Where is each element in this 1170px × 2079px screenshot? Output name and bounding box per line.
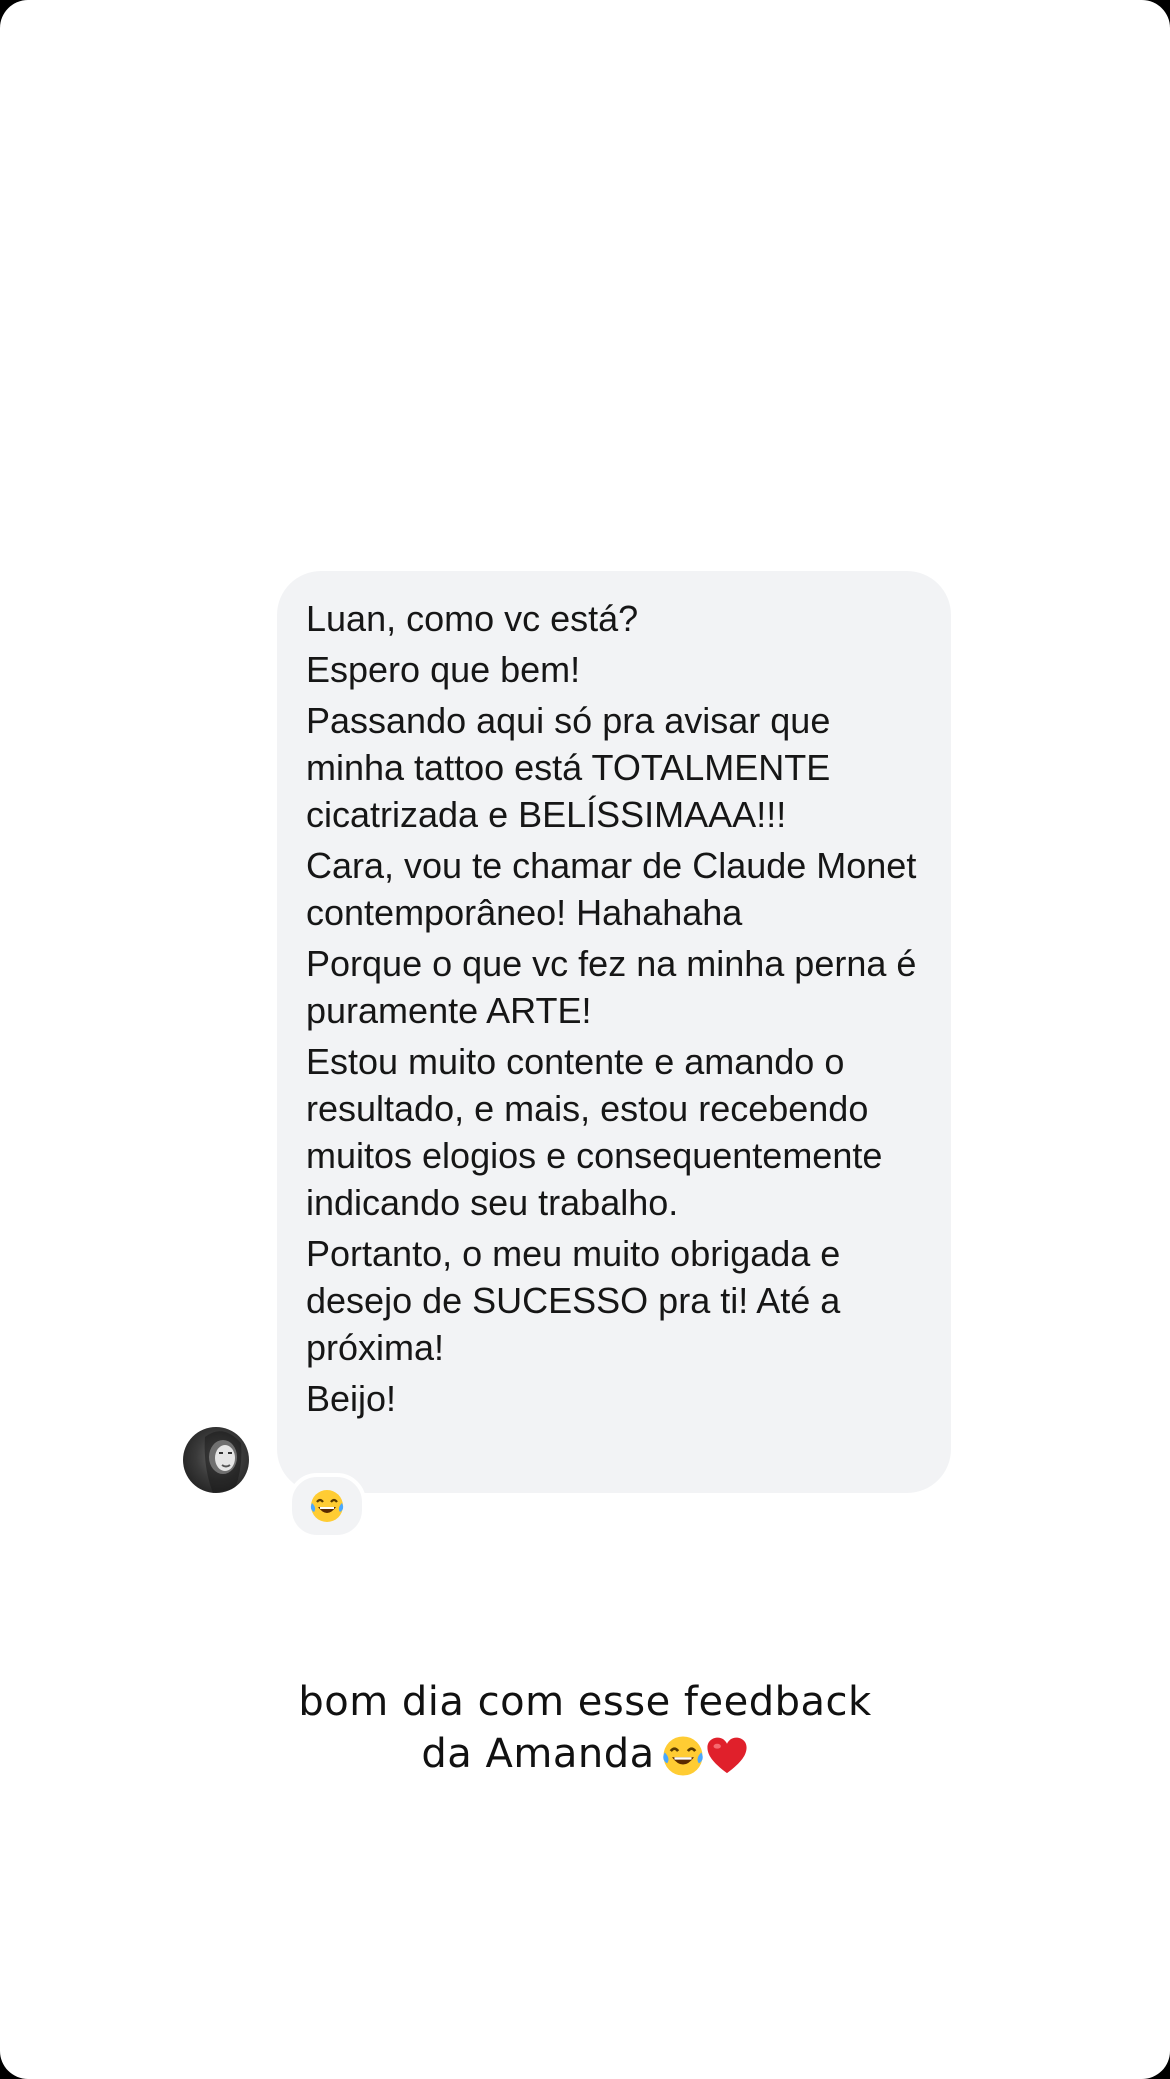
caption-emoji-row bbox=[661, 1734, 749, 1778]
message-bubble[interactable]: Luan, como vc está? Espero que bem! Pass… bbox=[277, 571, 951, 1493]
story-frame: Luan, como vc está? Espero que bem! Pass… bbox=[0, 0, 1170, 2079]
message-reaction[interactable] bbox=[288, 1473, 366, 1539]
caption-line-1: bom dia com esse feedback bbox=[298, 1679, 872, 1725]
message-line: Luan, como vc está? bbox=[306, 598, 639, 639]
caption-line-2: da Amanda bbox=[421, 1731, 655, 1777]
message-line: Passando aqui só pra avisar que minha ta… bbox=[306, 700, 831, 835]
caption-line-2-row: da Amanda bbox=[0, 1728, 1170, 1780]
message-line: Beijo! bbox=[306, 1378, 397, 1419]
message-line: Porque o que vc fez na minha perna é pur… bbox=[306, 943, 917, 1031]
message-line: Estou muito contente e amando o resultad… bbox=[306, 1041, 883, 1223]
message-line: Cara, vou te chamar de Claude Monet cont… bbox=[306, 845, 917, 933]
laughing-tears-emoji-icon bbox=[662, 1736, 703, 1776]
laughing-tears-emoji-icon bbox=[310, 1490, 344, 1522]
sender-avatar[interactable] bbox=[183, 1427, 249, 1493]
message-line: Espero que bem! bbox=[306, 649, 581, 690]
message-line: Portanto, o meu muito obrigada e desejo … bbox=[306, 1233, 841, 1368]
red-heart-emoji-icon bbox=[707, 1737, 747, 1774]
story-caption: bom dia com esse feedback da Amanda bbox=[0, 1676, 1170, 1780]
